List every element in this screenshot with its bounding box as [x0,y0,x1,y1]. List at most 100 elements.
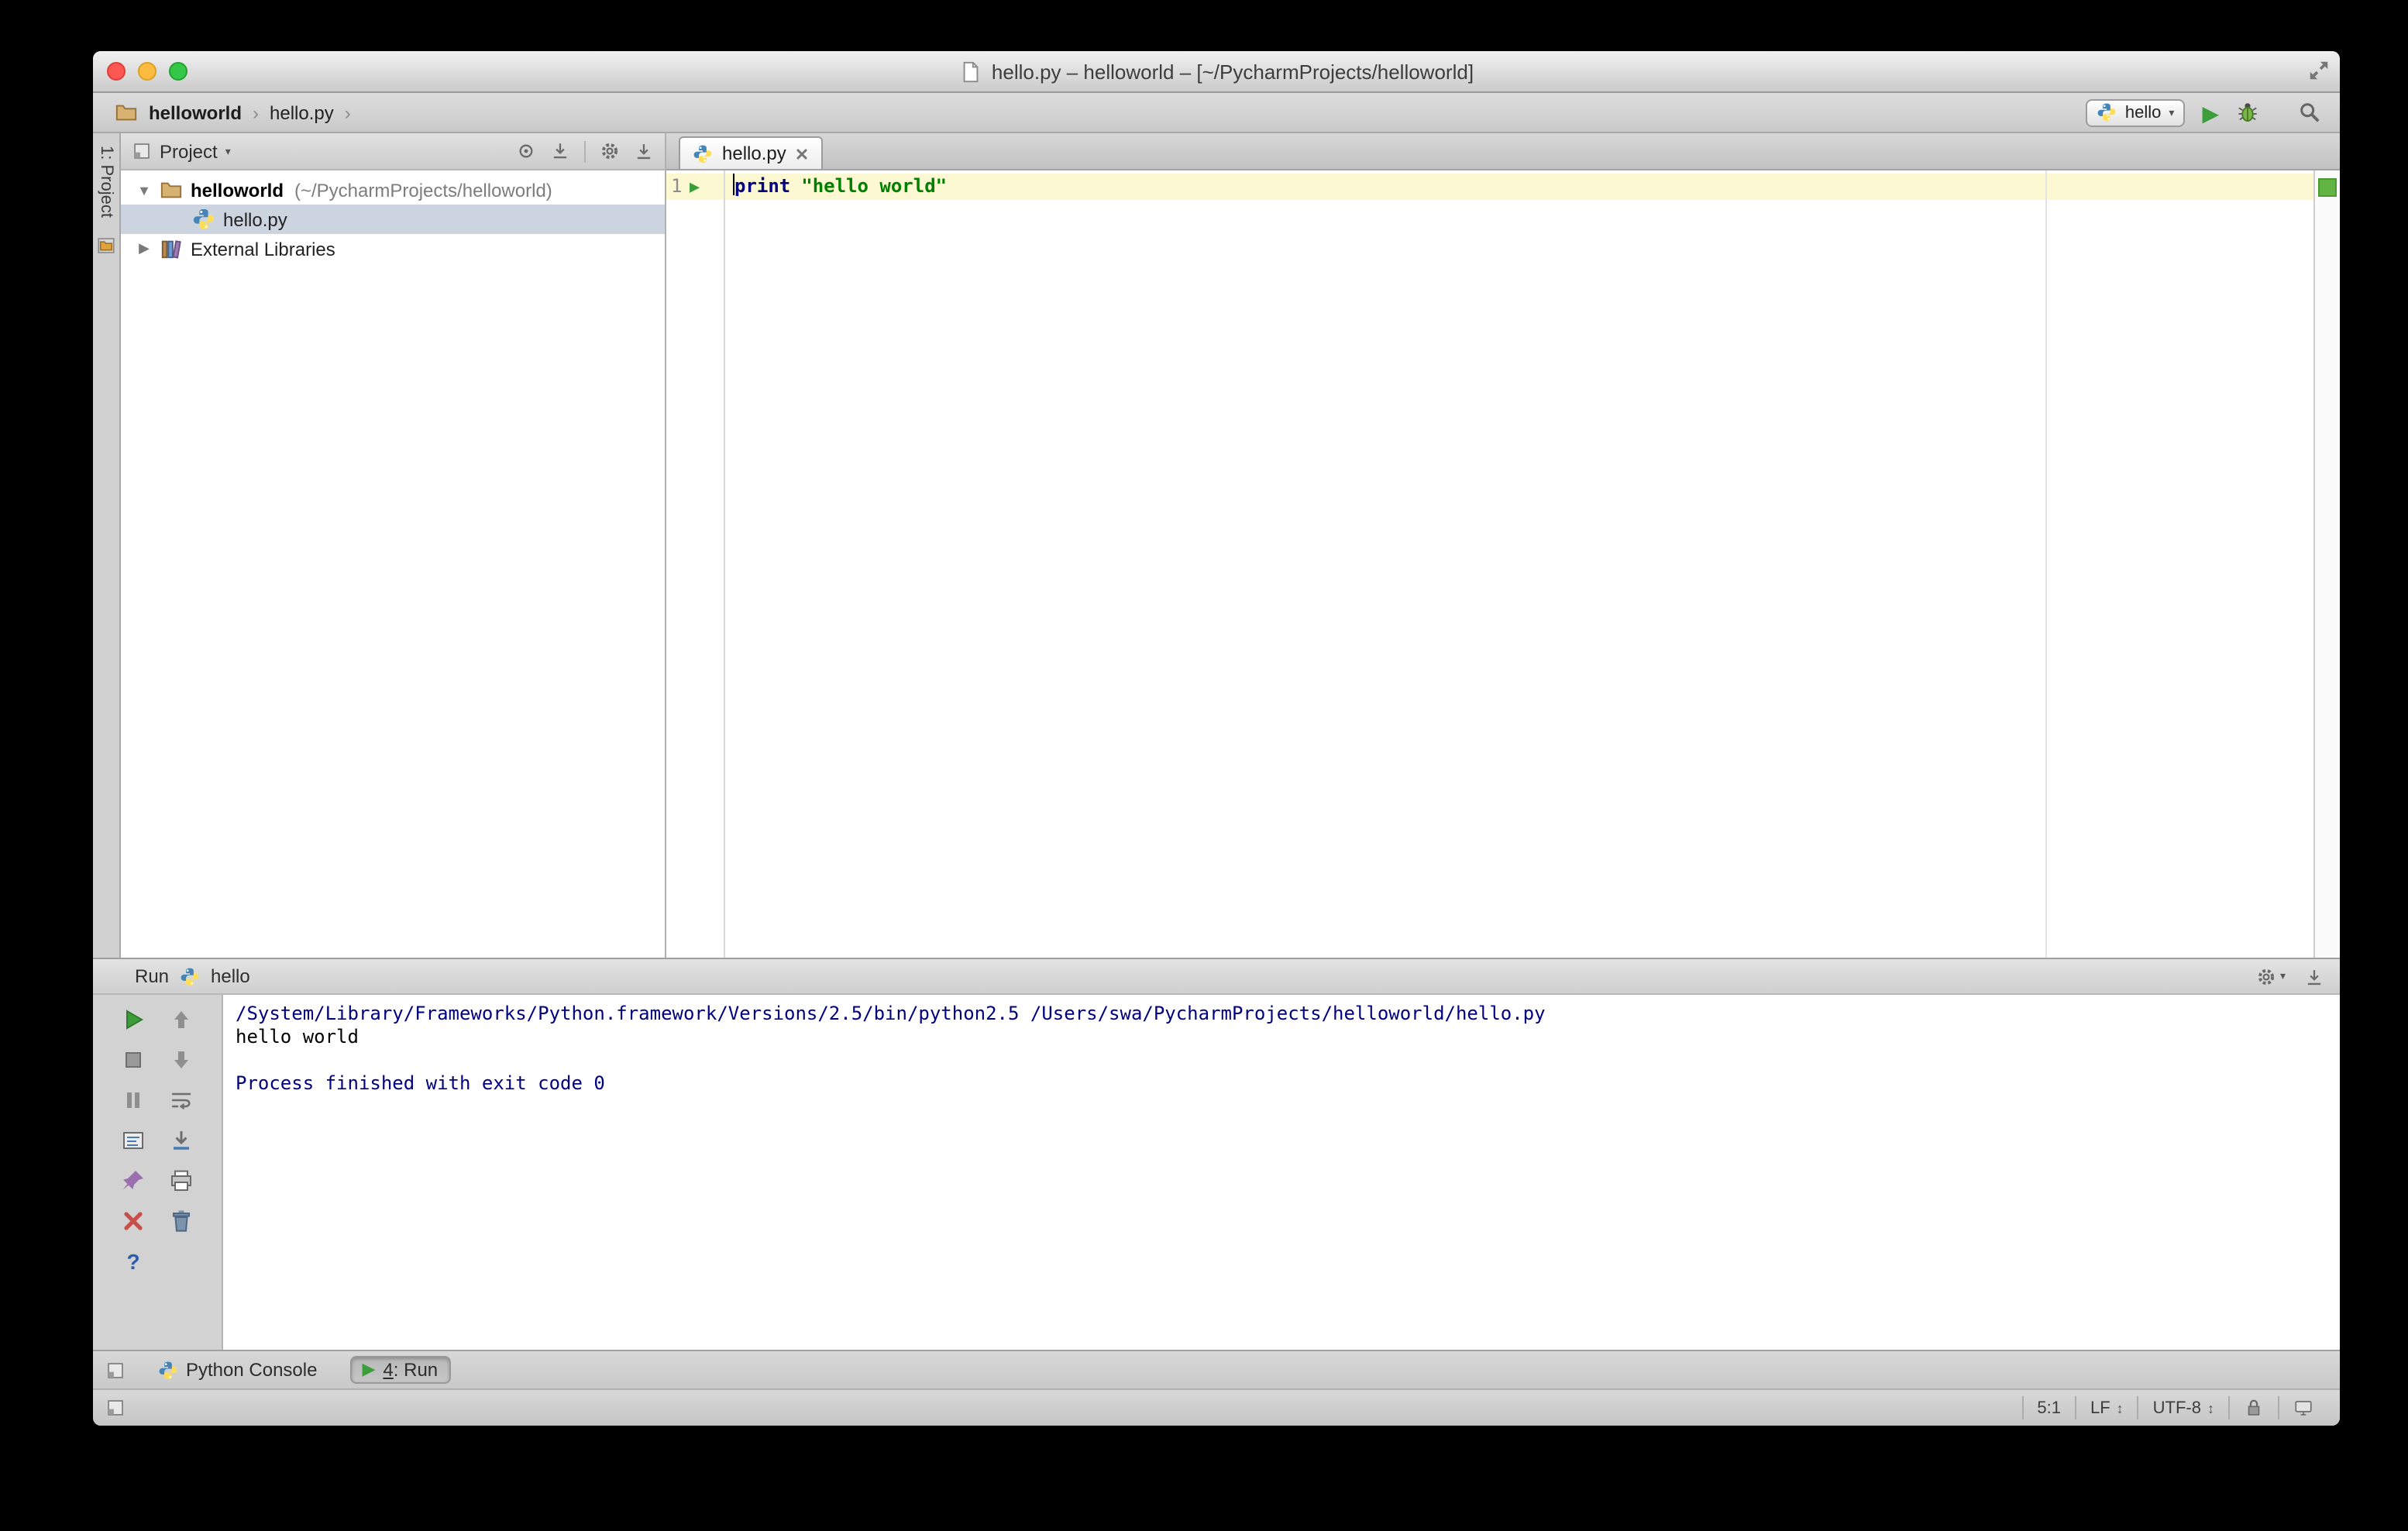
gear-icon[interactable] [2257,966,2277,986]
editor-body[interactable]: 1 ▶ print "hello world" [666,170,2340,958]
run-tab-label: 4: Run [383,1359,439,1381]
pin-icon[interactable] [634,141,654,161]
updown-arrows-icon: ↕ [2116,1400,2124,1416]
libraries-icon [160,237,183,260]
editor-gutter: 1 ▶ [666,170,725,958]
chevron-down-icon: ▾ [2169,108,2175,119]
chevron-collapsed-icon[interactable]: ▶ [136,240,152,257]
run-configuration-select[interactable]: hello ▾ [2086,98,2186,126]
clear-all-button[interactable] [169,1209,194,1233]
breadcrumb-separator-icon: › [253,101,259,123]
console-toolbar-col-2 [169,1007,194,1350]
fullscreen-icon[interactable] [2307,59,2331,82]
code-line-1[interactable]: print "hello world" [733,174,947,200]
run-tool-window: Run hello ▾ ? /System/Library/Frameworks… [93,958,2340,1350]
python-console-button[interactable]: Python Console [147,1356,328,1384]
readonly-lock-widget[interactable] [2228,1396,2278,1419]
tool-window-bar: Python Console ▶ 4: Run [93,1350,2340,1388]
python-console-label: Python Console [186,1359,318,1381]
encoding-widget[interactable]: UTF-8 ↕ [2137,1396,2228,1419]
rerun-button[interactable] [121,1007,146,1032]
run-configuration-name: hello [2124,103,2162,122]
pycharm-window: hello.py – helloworld – [~/PycharmProjec… [93,51,2340,1426]
debug-button[interactable] [2236,101,2259,124]
project-view-selector[interactable]: Project [160,140,218,162]
console-output[interactable]: /System/Library/Frameworks/Python.framew… [223,995,2340,1350]
editor-tab-hello-py[interactable]: hello.py [679,136,824,169]
soft-wrap-button[interactable] [169,1088,194,1113]
tree-file-name: hello.py [223,208,287,230]
scroll-to-end-button[interactable] [169,1128,194,1153]
collapse-all-icon[interactable] [550,141,570,161]
close-icon[interactable] [796,146,810,160]
project-tree: ▼ helloworld (~/PycharmProjects/hellowor… [121,170,665,958]
console-stdout-line: hello world [236,1026,359,1048]
caret-position-widget[interactable]: 5:1 [2021,1396,2075,1419]
select-opened-file-icon[interactable] [516,141,536,161]
chevron-down-icon: ▾ [225,146,231,157]
tree-row-project-root[interactable]: ▼ helloworld (~/PycharmProjects/hellowor… [121,175,665,205]
close-tab-button[interactable] [121,1209,146,1233]
stop-button[interactable] [121,1048,146,1072]
editor-scrollbar[interactable] [2313,170,2340,958]
lock-icon [2244,1398,2264,1418]
python-icon [158,1360,178,1380]
navigation-bar: helloworld › hello.py › hello ▾ ▶ [93,93,2340,133]
minimize-window-button[interactable] [138,62,157,81]
pause-output-button[interactable] [121,1088,146,1113]
line-separator-widget[interactable]: LF ↕ [2074,1396,2138,1419]
project-panel: Project ▾ ▼ helloworld (~/PycharmProject… [121,133,666,958]
toolbar-divider [584,140,586,162]
project-panel-header: Project ▾ [121,133,665,170]
project-tool-window-icon[interactable] [96,236,116,256]
hide-panel-icon[interactable] [2304,966,2324,986]
chevron-expanded-icon[interactable]: ▼ [136,182,152,198]
python-run-config-icon [2097,102,2117,122]
python-file-icon [693,143,713,163]
run-button[interactable]: ▶ [2202,101,2219,123]
tree-row-external-libraries[interactable]: ▶ External Libraries [121,234,665,263]
document-icon [959,60,982,83]
desktop-background: hello.py – helloworld – [~/PycharmProjec… [0,0,2408,1531]
inspection-status-indicator[interactable] [2318,178,2337,197]
line-number: 1 [671,175,683,197]
console-toolbar: ? [93,995,223,1350]
window-title-bar[interactable]: hello.py – helloworld – [~/PycharmProjec… [93,51,2340,93]
run-header-actions: ▾ [2257,966,2324,986]
print-button[interactable] [169,1168,194,1193]
python-run-config-icon [180,966,200,986]
search-icon[interactable] [2298,101,2321,124]
updown-arrows-icon: ↕ [2207,1400,2214,1416]
project-tool-window-button[interactable]: 1: Project [97,146,115,218]
run-line-icon[interactable]: ▶ [690,175,700,198]
console-command-line: /System/Library/Frameworks/Python.framew… [236,1003,1546,1024]
breadcrumb: helloworld › hello.py › [115,101,351,124]
pin-tab-button[interactable] [121,1168,146,1193]
gear-icon[interactable] [600,141,620,161]
run-tool-window-body: ? /System/Library/Frameworks/Python.fram… [93,995,2340,1350]
prev-occurrence-button[interactable] [169,1007,194,1032]
screen-reader-widget[interactable] [2278,1396,2327,1419]
run-settings-group: ▾ [2257,966,2286,986]
close-window-button[interactable] [107,62,126,81]
screen-icon [2293,1398,2313,1418]
project-root-name: helloworld [191,179,284,201]
toolwindow-toggle-icon[interactable] [105,1360,126,1380]
breadcrumb-project[interactable]: helloworld [149,101,242,123]
help-button[interactable]: ? [126,1249,139,1274]
breadcrumb-file[interactable]: hello.py [270,101,334,123]
next-occurrence-button[interactable] [169,1048,194,1072]
external-libraries-label: External Libraries [191,238,335,260]
chevron-down-icon: ▾ [2279,972,2286,982]
zoom-window-button[interactable] [169,62,187,81]
run-tab-button[interactable]: ▶ 4: Run [349,1356,451,1384]
tool-window-strip: 1: Project [93,133,121,958]
status-bar: 5:1 LF ↕ UTF-8 ↕ [93,1388,2340,1426]
tree-row-hello-py[interactable]: hello.py [121,205,665,234]
toolwindow-toggle-icon[interactable] [105,1398,126,1418]
run-tool-window-header[interactable]: Run hello ▾ [93,959,2340,995]
status-bar-widgets: 5:1 LF ↕ UTF-8 ↕ [2021,1390,2327,1426]
main-area: 1: Project Project ▾ ▼ helloworld (~/Pyc… [93,133,2340,958]
restore-layout-button[interactable] [121,1128,146,1153]
